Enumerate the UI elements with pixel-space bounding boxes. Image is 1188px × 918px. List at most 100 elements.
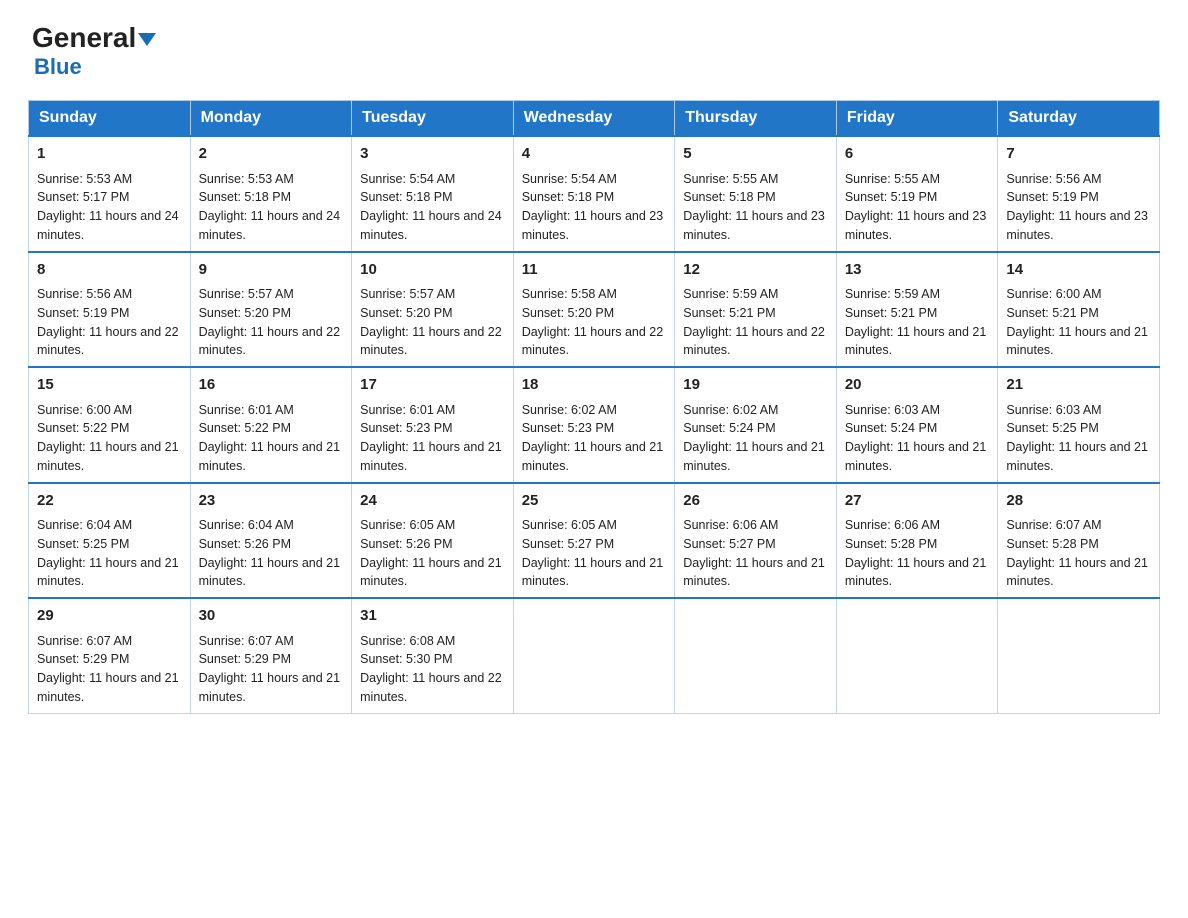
calendar-table: SundayMondayTuesdayWednesdayThursdayFrid… [28, 100, 1160, 714]
calendar-cell: 4 Sunrise: 5:54 AMSunset: 5:18 PMDaylight… [513, 136, 675, 252]
calendar-cell [998, 598, 1160, 713]
day-number: 19 [683, 374, 828, 397]
day-detail: Sunrise: 6:03 AMSunset: 5:25 PMDaylight:… [1006, 401, 1151, 476]
day-detail: Sunrise: 6:05 AMSunset: 5:27 PMDaylight:… [522, 516, 667, 591]
day-detail: Sunrise: 5:59 AMSunset: 5:21 PMDaylight:… [845, 285, 990, 360]
day-number: 8 [37, 259, 182, 282]
day-number: 9 [199, 259, 344, 282]
calendar-cell: 3 Sunrise: 5:54 AMSunset: 5:18 PMDaylight… [352, 136, 514, 252]
day-detail: Sunrise: 6:06 AMSunset: 5:27 PMDaylight:… [683, 516, 828, 591]
day-number: 28 [1006, 490, 1151, 513]
calendar-week-row: 29 Sunrise: 6:07 AMSunset: 5:29 PMDayligh… [29, 598, 1160, 713]
col-header-saturday: Saturday [998, 101, 1160, 137]
col-header-tuesday: Tuesday [352, 101, 514, 137]
day-detail: Sunrise: 5:53 AMSunset: 5:17 PMDaylight:… [37, 170, 182, 245]
day-detail: Sunrise: 6:08 AMSunset: 5:30 PMDaylight:… [360, 632, 505, 707]
calendar-header-row: SundayMondayTuesdayWednesdayThursdayFrid… [29, 101, 1160, 137]
day-detail: Sunrise: 6:07 AMSunset: 5:29 PMDaylight:… [199, 632, 344, 707]
day-number: 14 [1006, 259, 1151, 282]
day-number: 5 [683, 143, 828, 166]
day-detail: Sunrise: 6:02 AMSunset: 5:24 PMDaylight:… [683, 401, 828, 476]
calendar-week-row: 1 Sunrise: 5:53 AMSunset: 5:17 PMDaylight… [29, 136, 1160, 252]
calendar-cell: 11 Sunrise: 5:58 AMSunset: 5:20 PMDayligh… [513, 252, 675, 368]
calendar-cell [675, 598, 837, 713]
day-detail: Sunrise: 6:06 AMSunset: 5:28 PMDaylight:… [845, 516, 990, 591]
day-detail: Sunrise: 6:04 AMSunset: 5:26 PMDaylight:… [199, 516, 344, 591]
calendar-cell: 1 Sunrise: 5:53 AMSunset: 5:17 PMDaylight… [29, 136, 191, 252]
col-header-wednesday: Wednesday [513, 101, 675, 137]
day-number: 7 [1006, 143, 1151, 166]
day-detail: Sunrise: 6:03 AMSunset: 5:24 PMDaylight:… [845, 401, 990, 476]
logo-blue: Blue [32, 54, 82, 80]
calendar-cell [513, 598, 675, 713]
col-header-thursday: Thursday [675, 101, 837, 137]
calendar-week-row: 15Sunrise: 6:00 AMSunset: 5:22 PMDayligh… [29, 367, 1160, 483]
calendar-week-row: 22 Sunrise: 6:04 AMSunset: 5:25 PMDayligh… [29, 483, 1160, 599]
day-number: 22 [37, 490, 182, 513]
day-detail: Sunrise: 5:55 AMSunset: 5:19 PMDaylight:… [845, 170, 990, 245]
day-number: 13 [845, 259, 990, 282]
day-number: 6 [845, 143, 990, 166]
day-number: 1 [37, 143, 182, 166]
day-number: 3 [360, 143, 505, 166]
calendar-cell: 14Sunrise: 6:00 AMSunset: 5:21 PMDayligh… [998, 252, 1160, 368]
col-header-friday: Friday [836, 101, 998, 137]
calendar-week-row: 8Sunrise: 5:56 AMSunset: 5:19 PMDaylight… [29, 252, 1160, 368]
calendar-cell: 8Sunrise: 5:56 AMSunset: 5:19 PMDaylight… [29, 252, 191, 368]
day-number: 10 [360, 259, 505, 282]
day-detail: Sunrise: 5:55 AMSunset: 5:18 PMDaylight:… [683, 170, 828, 245]
day-detail: Sunrise: 6:04 AMSunset: 5:25 PMDaylight:… [37, 516, 182, 591]
day-number: 18 [522, 374, 667, 397]
calendar-cell: 21Sunrise: 6:03 AMSunset: 5:25 PMDayligh… [998, 367, 1160, 483]
calendar-cell: 12Sunrise: 5:59 AMSunset: 5:21 PMDayligh… [675, 252, 837, 368]
calendar-cell: 30Sunrise: 6:07 AMSunset: 5:29 PMDayligh… [190, 598, 352, 713]
col-header-sunday: Sunday [29, 101, 191, 137]
day-number: 15 [37, 374, 182, 397]
calendar-cell: 27Sunrise: 6:06 AMSunset: 5:28 PMDayligh… [836, 483, 998, 599]
day-number: 26 [683, 490, 828, 513]
day-number: 16 [199, 374, 344, 397]
day-detail: Sunrise: 5:58 AMSunset: 5:20 PMDaylight:… [522, 285, 667, 360]
day-number: 2 [199, 143, 344, 166]
calendar-cell: 31 Sunrise: 6:08 AMSunset: 5:30 PMDayligh… [352, 598, 514, 713]
day-detail: Sunrise: 6:01 AMSunset: 5:23 PMDaylight:… [360, 401, 505, 476]
day-number: 4 [522, 143, 667, 166]
calendar-cell: 15Sunrise: 6:00 AMSunset: 5:22 PMDayligh… [29, 367, 191, 483]
logo-general: General [32, 24, 156, 52]
logo: General Blue [32, 24, 156, 80]
calendar-cell: 10 Sunrise: 5:57 AMSunset: 5:20 PMDayligh… [352, 252, 514, 368]
calendar-cell: 29 Sunrise: 6:07 AMSunset: 5:29 PMDayligh… [29, 598, 191, 713]
day-detail: Sunrise: 5:57 AMSunset: 5:20 PMDaylight:… [199, 285, 344, 360]
day-detail: Sunrise: 5:57 AMSunset: 5:20 PMDaylight:… [360, 285, 505, 360]
calendar-cell: 24 Sunrise: 6:05 AMSunset: 5:26 PMDayligh… [352, 483, 514, 599]
day-detail: Sunrise: 6:07 AMSunset: 5:29 PMDaylight:… [37, 632, 182, 707]
page-header: General Blue [0, 0, 1188, 90]
calendar-cell: 25 Sunrise: 6:05 AMSunset: 5:27 PMDayligh… [513, 483, 675, 599]
day-detail: Sunrise: 5:54 AMSunset: 5:18 PMDaylight:… [360, 170, 505, 245]
day-detail: Sunrise: 5:54 AMSunset: 5:18 PMDaylight:… [522, 170, 667, 245]
day-detail: Sunrise: 6:07 AMSunset: 5:28 PMDaylight:… [1006, 516, 1151, 591]
calendar-cell: 16 Sunrise: 6:01 AMSunset: 5:22 PMDayligh… [190, 367, 352, 483]
day-number: 23 [199, 490, 344, 513]
day-detail: Sunrise: 5:53 AMSunset: 5:18 PMDaylight:… [199, 170, 344, 245]
calendar-cell: 28 Sunrise: 6:07 AMSunset: 5:28 PMDayligh… [998, 483, 1160, 599]
day-number: 25 [522, 490, 667, 513]
calendar-cell: 6 Sunrise: 5:55 AMSunset: 5:19 PMDaylight… [836, 136, 998, 252]
calendar-cell [836, 598, 998, 713]
calendar-cell: 22 Sunrise: 6:04 AMSunset: 5:25 PMDayligh… [29, 483, 191, 599]
day-detail: Sunrise: 6:05 AMSunset: 5:26 PMDaylight:… [360, 516, 505, 591]
calendar-cell: 5 Sunrise: 5:55 AMSunset: 5:18 PMDaylight… [675, 136, 837, 252]
day-detail: Sunrise: 5:56 AMSunset: 5:19 PMDaylight:… [1006, 170, 1151, 245]
day-detail: Sunrise: 6:01 AMSunset: 5:22 PMDaylight:… [199, 401, 344, 476]
calendar-cell: 19 Sunrise: 6:02 AMSunset: 5:24 PMDayligh… [675, 367, 837, 483]
calendar-cell: 20Sunrise: 6:03 AMSunset: 5:24 PMDayligh… [836, 367, 998, 483]
calendar-cell: 17Sunrise: 6:01 AMSunset: 5:23 PMDayligh… [352, 367, 514, 483]
day-number: 29 [37, 605, 182, 628]
day-number: 11 [522, 259, 667, 282]
calendar-cell: 13 Sunrise: 5:59 AMSunset: 5:21 PMDayligh… [836, 252, 998, 368]
day-number: 31 [360, 605, 505, 628]
calendar-cell: 2 Sunrise: 5:53 AMSunset: 5:18 PMDaylight… [190, 136, 352, 252]
calendar-cell: 18Sunrise: 6:02 AMSunset: 5:23 PMDayligh… [513, 367, 675, 483]
day-number: 24 [360, 490, 505, 513]
calendar-cell: 9 Sunrise: 5:57 AMSunset: 5:20 PMDaylight… [190, 252, 352, 368]
